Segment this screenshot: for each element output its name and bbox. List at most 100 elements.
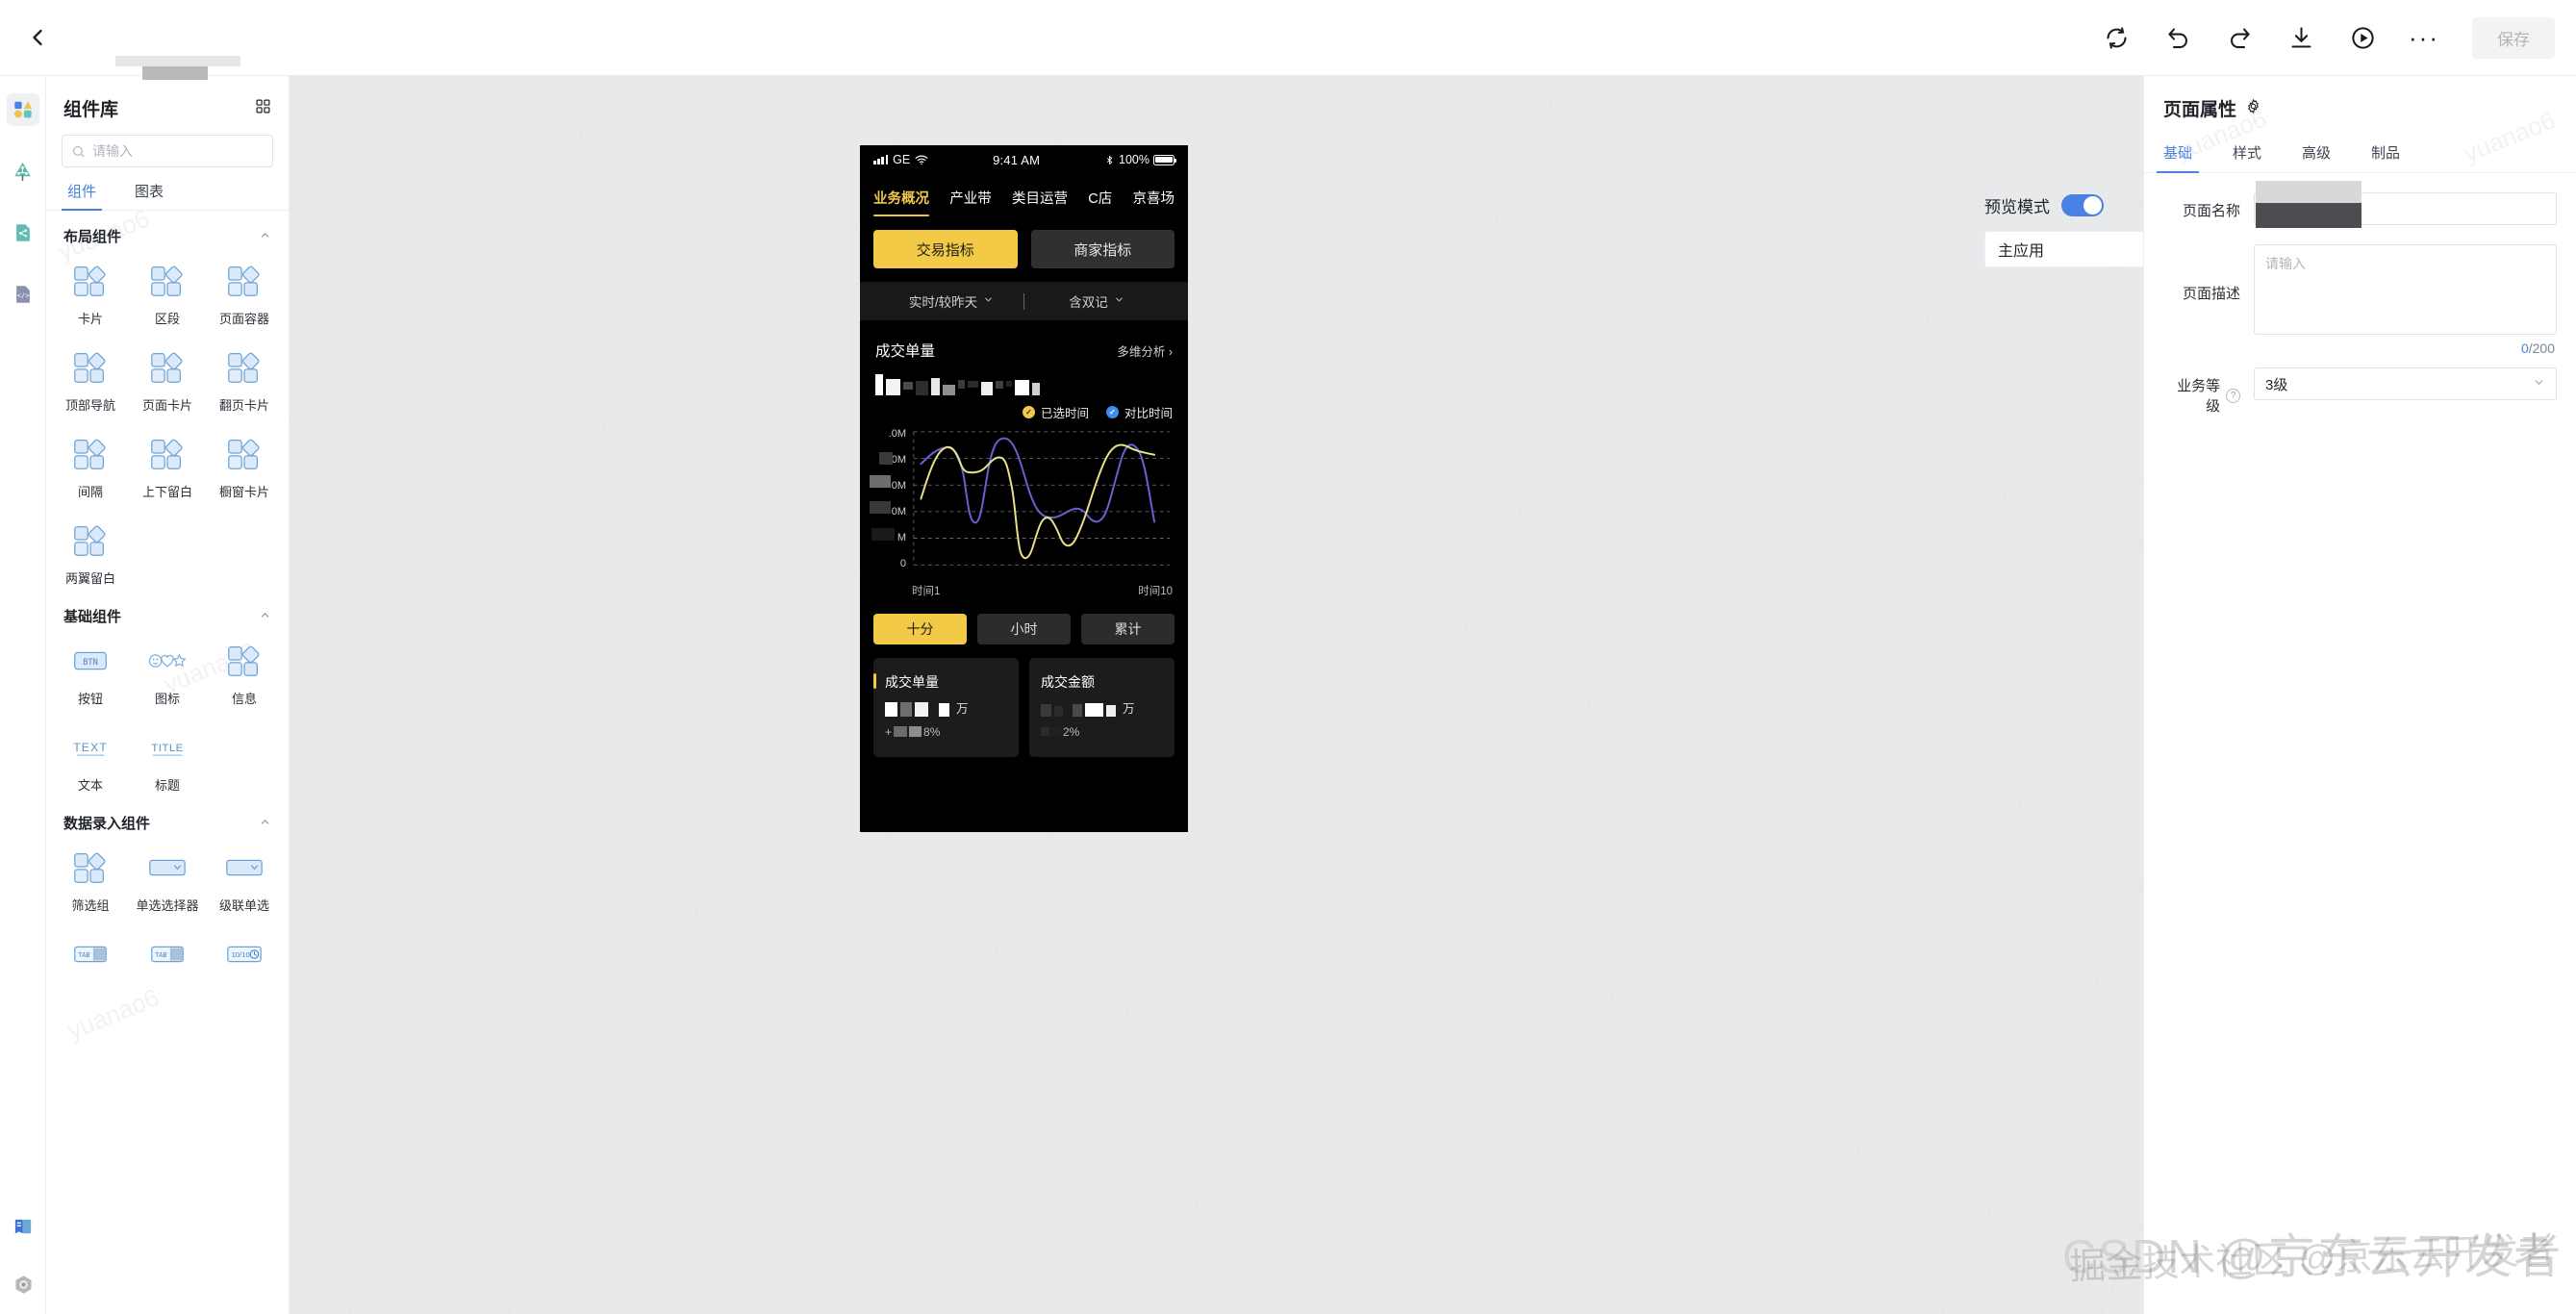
component-label: 卡片 [77,312,103,326]
prop-tab-product[interactable]: 制品 [2371,142,2400,172]
component-top-nav[interactable]: 顶部导航 [52,344,129,417]
tab-charts[interactable]: 图表 [135,181,164,210]
phone-top-tabs: 业务概况 产业带 类目运营 C店 京喜场 [860,174,1188,216]
component-section[interactable]: 区段 [129,258,206,331]
component-filter-group[interactable]: 筛选组 [52,845,129,918]
settings-icon[interactable] [7,1268,39,1301]
phone-tab-category-ops[interactable]: 类目运营 [1012,188,1068,216]
component-single-select[interactable]: 单选选择器 [129,845,206,918]
section-header-data-entry[interactable]: 数据录入组件 [46,797,289,837]
carrier-label: GE [893,153,911,166]
multi-dim-analysis-label: 多维分析 [1117,344,1166,359]
legend-compare-time[interactable]: ✓ 对比时间 [1105,403,1173,421]
gear-hex-icon-glyph [14,1275,32,1294]
tree-icon[interactable] [7,155,39,188]
phone-tab-industry-belt[interactable]: 产业带 [949,188,992,216]
segment-ten-min[interactable]: 十分 [873,614,967,644]
phone-tab-c-store[interactable]: C店 [1088,188,1112,216]
y-label-redaction [870,475,891,488]
line-chart[interactable]: .0M .0M 0M 0M M 0 [860,425,1188,579]
sync-icon[interactable] [2097,18,2135,57]
svg-text:BTN: BTN [83,658,98,668]
play-icon[interactable] [2343,18,2382,57]
chevron-up-icon[interactable] [259,609,271,624]
download-icon[interactable] [2282,18,2320,57]
components-icon[interactable] [6,93,39,126]
toolbar-actions: ··· 保存 [2097,16,2576,59]
save-button[interactable]: 保存 [2472,16,2555,59]
grid-view-icon[interactable] [255,98,271,119]
flow-icon-glyph [15,224,30,241]
component-text[interactable]: TEXT 文本 [52,724,129,797]
phone-tab-business-overview[interactable]: 业务概况 [873,188,929,216]
component-icon[interactable]: 图标 [129,638,206,711]
flow-icon[interactable] [7,216,39,249]
properties-tabs: 基础 样式 高级 制品 [2144,125,2576,173]
legend-selected-time[interactable]: ✓ 已选时间 [1022,403,1089,421]
tab-components[interactable]: 组件 [61,181,103,211]
btn-icon: BTN [74,651,107,670]
component-button[interactable]: BTN 按钮 [52,638,129,711]
phone-tab-jingxi[interactable]: 京喜场 [1132,188,1174,216]
component-showcase-card[interactable]: 橱窗卡片 [206,431,283,504]
kpi-card-order-amount[interactable]: 成交金额 万 2% [1029,658,1174,757]
search-input[interactable] [92,143,266,159]
app-select-value: 主应用 [1998,243,2045,260]
gear-icon[interactable] [2245,98,2261,119]
kpi-delta-prefix: + [885,724,893,739]
series-selected-time-line [920,443,1156,560]
component-page-card[interactable]: 页面卡片 [129,344,206,417]
component-card[interactable]: 卡片 [52,258,129,331]
prop-tab-advanced[interactable]: 高级 [2302,142,2331,172]
component-timer[interactable]: 10/10 [206,931,283,986]
prop-tab-basic[interactable]: 基础 [2156,142,2200,173]
kpi-unit: 万 [1123,702,1135,716]
more-icon[interactable]: ··· [2405,18,2443,57]
component-info[interactable]: 信息 [206,638,283,711]
segment-cumulative[interactable]: 累计 [1081,614,1174,644]
component-gap[interactable]: 间隔 [52,431,129,504]
data-entry-component-grid: 筛选组 单选选择器 级联单选 TAB TAB 10/10 [46,837,289,986]
component-tab-b[interactable]: TAB [129,931,206,986]
component-tab-a[interactable]: TAB [52,931,129,986]
component-side-padding[interactable]: 两翼留白 [52,518,129,591]
component-page-container[interactable]: 页面容器 [206,258,283,331]
kpi-card-order-count[interactable]: 成交单量 万 + 8% [873,658,1019,757]
code-icon-glyph: </> [15,286,30,303]
segment-hour[interactable]: 小时 [977,614,1071,644]
filter-time-range[interactable]: 实时/较昨天 [879,291,1023,311]
component-flip-card[interactable]: 翻页卡片 [206,344,283,417]
x-tick-end: 时间10 [1138,586,1173,597]
redo-icon[interactable] [2220,18,2259,57]
search-box[interactable] [62,135,273,167]
component-vertical-padding[interactable]: 上下留白 [129,431,206,504]
biz-level-select[interactable]: 3级 [2254,367,2557,400]
y-label-redaction [871,528,895,541]
app-select[interactable]: 主应用 [1984,231,2143,267]
code-icon[interactable]: </> [7,278,39,311]
component-cascade-select[interactable]: 级联单选 [206,845,283,918]
multi-dim-analysis-link[interactable]: 多维分析 › [1117,341,1173,360]
svg-text:TEXT: TEXT [73,741,108,754]
y-tick-0: .0M [888,428,906,440]
section-header-layout[interactable]: 布局组件 [46,211,289,250]
library-scroll[interactable]: 布局组件 卡片 区段 页面容器 顶部导航 页面卡片 翻页卡片 间隔 上下留白 橱… [46,211,289,1314]
preview-mode-toggle[interactable] [2061,194,2104,216]
chevron-up-icon[interactable] [259,229,271,244]
component-title[interactable]: TITLE 标题 [129,724,206,797]
chevron-up-icon[interactable] [259,816,271,831]
question-circle-icon[interactable]: ? [2226,388,2240,403]
manual-icon[interactable] [7,1210,39,1243]
page-desc-textarea[interactable]: 请输入 [2254,244,2557,335]
undo-icon[interactable] [2159,18,2197,57]
prop-tab-style[interactable]: 样式 [2233,142,2261,172]
squares-diamond-icon [228,265,260,296]
battery-full-icon [1153,154,1176,165]
back-button[interactable] [0,0,75,75]
canvas-area[interactable]: 预览模式 主应用 GE 9:41 AM 100% 业务概况 产业带 类目运营 C… [290,76,2143,1314]
phone-preview[interactable]: GE 9:41 AM 100% 业务概况 产业带 类目运营 C店 京喜场 交易指… [860,145,1188,832]
filter-include-double[interactable]: 含双记 [1024,291,1169,311]
section-header-basic[interactable]: 基础组件 [46,591,289,630]
segment-trade-metrics[interactable]: 交易指标 [873,230,1018,268]
segment-merchant-metrics[interactable]: 商家指标 [1030,230,1174,268]
